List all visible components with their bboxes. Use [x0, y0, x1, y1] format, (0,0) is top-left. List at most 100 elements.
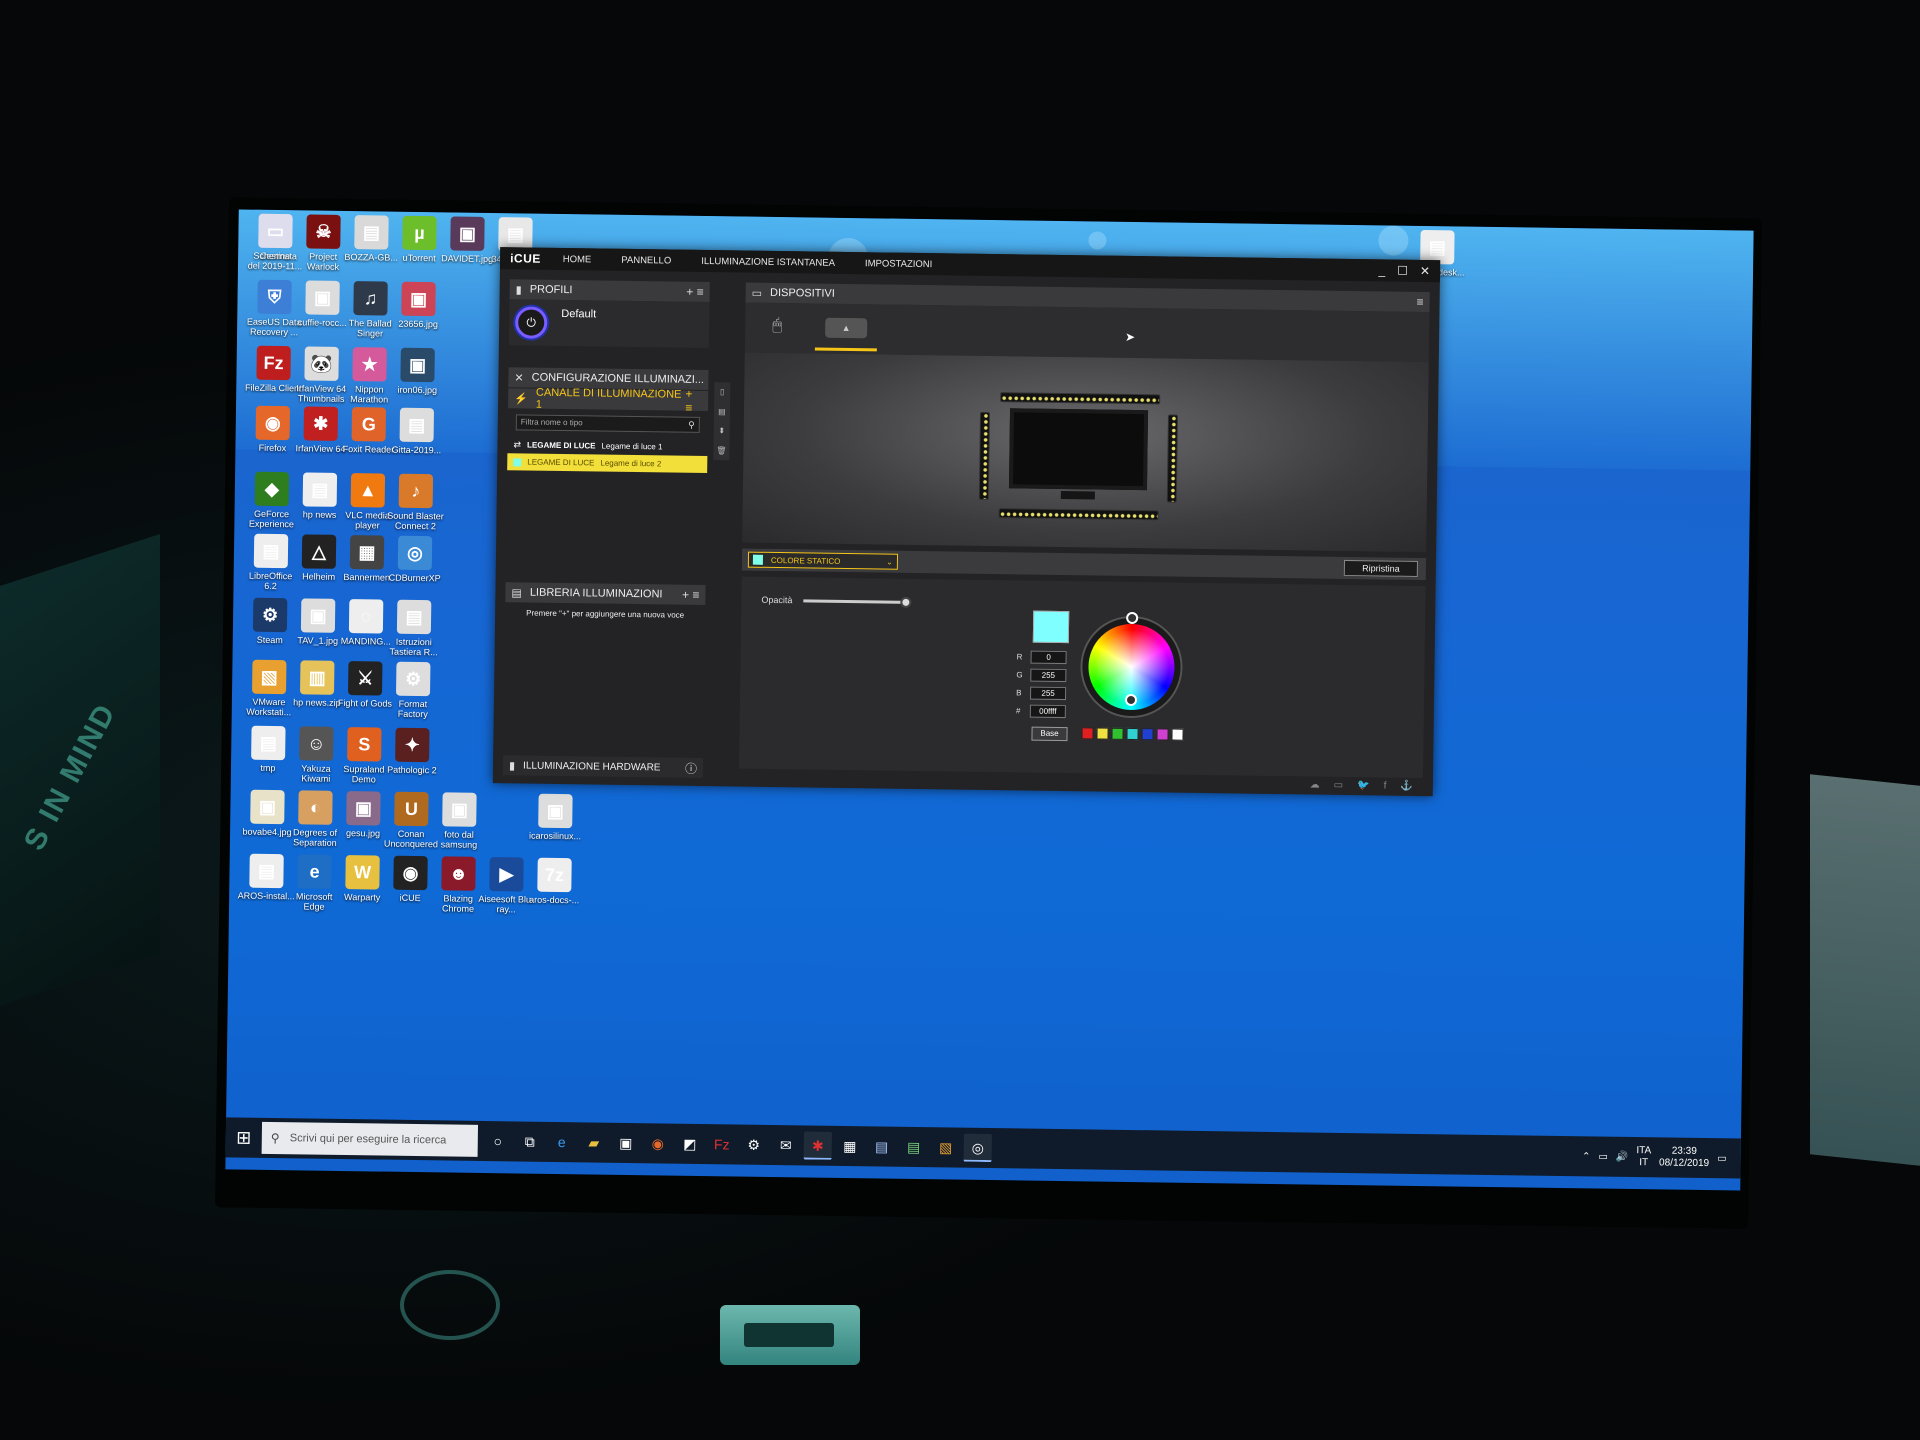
effect-select[interactable]: COLORE STATICO ⌄: [747, 551, 899, 570]
blue-input[interactable]: 255: [1030, 686, 1067, 701]
desktop-icon[interactable]: ▣ 23656.jpg: [389, 281, 448, 342]
document-icon[interactable]: ▤: [868, 1132, 896, 1160]
image-icon: ▣: [305, 280, 340, 315]
nav-instant-lighting[interactable]: ILLUMINAZIONE ISTANTANEA: [701, 255, 835, 268]
reset-button[interactable]: Ripristina: [1343, 559, 1418, 577]
icue-window[interactable]: iCUE HOME PANNELLO ILLUMINAZIONE ISTANTA…: [492, 247, 1441, 797]
color-swatch[interactable]: [1141, 728, 1154, 741]
desktop-icon-label: Pathologic 2: [387, 764, 437, 776]
led-strip-top[interactable]: [1000, 392, 1161, 405]
brightness-knob[interactable]: [1126, 611, 1139, 625]
app-icon[interactable]: ◩: [676, 1130, 704, 1158]
close-icon[interactable]: ✕: [1420, 264, 1430, 278]
date: 08/12/2019: [1659, 1157, 1710, 1170]
filezilla-icon[interactable]: Fz: [708, 1130, 736, 1158]
desktop-icon[interactable]: ▤ Gitta-2019...: [387, 407, 446, 468]
icue-taskbar-icon[interactable]: ◎: [963, 1133, 992, 1163]
desktop-icon[interactable]: ▤ Istruzioni Tastiera R...: [385, 599, 444, 660]
menu-icon[interactable]: ≡: [1416, 295, 1423, 309]
desktop-icon[interactable]: ✦ Pathologic 2: [383, 727, 442, 788]
desktop-icon[interactable]: ⚙ Format Factory: [384, 661, 443, 722]
edge-icon[interactable]: e: [548, 1128, 576, 1156]
slider-knob[interactable]: [900, 596, 912, 608]
profile-item[interactable]: ⏻ Default: [508, 299, 710, 349]
chat-icon[interactable]: ▭: [1334, 780, 1344, 791]
store-icon[interactable]: ▣: [612, 1129, 640, 1157]
mouse-device-icon[interactable]: 🖱: [759, 311, 795, 341]
led-strip-bottom[interactable]: [998, 508, 1159, 521]
task-view-icon[interactable]: ⧉: [516, 1127, 544, 1155]
desktop-icon[interactable]: ◎ CDBurnerXP: [385, 535, 444, 596]
taskbar-search[interactable]: ⚲ Scrivi qui per eseguire la ricerca: [261, 1121, 479, 1157]
hex-label: #: [1015, 706, 1021, 716]
windows-start-icon[interactable]: ⊞: [230, 1123, 258, 1151]
minimize-icon[interactable]: _: [1378, 263, 1385, 277]
add-menu-icon[interactable]: + ≡: [685, 387, 702, 415]
calculator-icon[interactable]: ▦: [836, 1132, 864, 1160]
hue-knob[interactable]: [1124, 693, 1138, 707]
facebook-icon[interactable]: f: [1384, 781, 1387, 792]
effect-name: COLORE STATICO: [770, 555, 841, 566]
volume-icon[interactable]: 🔊: [1616, 1151, 1629, 1162]
icue-profile-icon: ⏻: [515, 306, 548, 339]
info-icon[interactable]: ⓘ: [685, 759, 697, 776]
mail-icon[interactable]: ✉: [772, 1131, 800, 1159]
nav-dashboard[interactable]: PANNELLO: [621, 254, 671, 266]
clock[interactable]: 23:39 08/12/2019: [1659, 1145, 1709, 1170]
lighting-node-device-icon[interactable]: ▲: [825, 317, 868, 339]
hex-input[interactable]: 00ffff: [1029, 704, 1066, 719]
maximize-icon[interactable]: ☐: [1397, 264, 1408, 278]
nav-settings[interactable]: IMPOSTAZIONI: [865, 258, 933, 270]
mouse-glow: [400, 1270, 500, 1340]
cloud-icon[interactable]: ☁: [1310, 779, 1320, 790]
channel-header[interactable]: ⚡ CANALE DI ILLUMINAZIONE 1 + ≡: [508, 387, 709, 415]
green-input[interactable]: 255: [1030, 668, 1067, 683]
color-swatch[interactable]: [1126, 727, 1139, 741]
color-swatch[interactable]: [1111, 727, 1124, 740]
corsair-icon[interactable]: ⚓: [1400, 781, 1413, 792]
photo-scene: S IN MIND ♻Cestino☠Project Warlock▤BOZZA…: [0, 0, 1920, 1440]
irfanview-icon[interactable]: ✱: [803, 1131, 832, 1160]
nav-home[interactable]: HOME: [563, 253, 592, 264]
vmware-icon[interactable]: ▧: [932, 1133, 960, 1161]
opacity-slider[interactable]: [803, 596, 912, 608]
firefox-icon[interactable]: ◉: [644, 1129, 672, 1157]
red-input[interactable]: 0: [1030, 650, 1067, 665]
move-icon[interactable]: ⬍: [718, 426, 725, 435]
color-swatch[interactable]: [1081, 727, 1094, 740]
desktop-icon[interactable]: 7z aros-docs-...: [525, 857, 584, 918]
filter-input[interactable]: Filtra nome o tipo ⚲: [515, 414, 700, 433]
led-strip-right[interactable]: [1166, 414, 1179, 503]
trash-icon[interactable]: 🗑: [716, 446, 726, 455]
device-preview: [742, 352, 1429, 553]
chevron-up-icon[interactable]: ⌃: [1582, 1151, 1591, 1162]
notification-icon[interactable]: ▭: [1717, 1153, 1727, 1164]
color-swatch[interactable]: [1171, 728, 1184, 741]
green-label: G: [1016, 670, 1023, 680]
base-button[interactable]: Base: [1031, 726, 1068, 742]
color-swatch[interactable]: [1096, 727, 1109, 740]
document-icon: ▤: [249, 853, 284, 889]
color-swatch[interactable]: [1156, 728, 1169, 741]
twitter-icon[interactable]: 🐦: [1357, 780, 1370, 791]
add-menu-icon[interactable]: + ≡: [682, 588, 700, 602]
spreadsheet-icon[interactable]: ▤: [900, 1133, 928, 1161]
document-icon: ▤: [354, 215, 389, 250]
desktop-icon[interactable]: ▭ Schermata del 2019-11...: [246, 213, 305, 274]
search-placeholder: Scrivi qui per eseguire la ricerca: [289, 1132, 447, 1147]
game-icon: △: [301, 534, 337, 569]
steam-icon[interactable]: ⚙: [740, 1131, 768, 1159]
language-indicator[interactable]: ITA IT: [1636, 1145, 1651, 1169]
desktop-icon[interactable]: ▣ foto dal samsung: [430, 792, 489, 852]
file-explorer-icon[interactable]: ▰: [580, 1128, 608, 1156]
cortana-icon[interactable]: ○: [484, 1127, 512, 1155]
add-menu-icon[interactable]: + ≡: [686, 285, 704, 299]
led-strip-left[interactable]: [978, 411, 991, 500]
hardware-lighting-header[interactable]: ▮ ILLUMINAZIONE HARDWARE ⓘ: [502, 755, 704, 779]
desktop-icon[interactable]: ▣ icarosilinux...: [526, 793, 585, 854]
network-icon[interactable]: ▭: [1598, 1151, 1608, 1162]
desktop-icon[interactable]: ▣ iron06.jpg: [388, 347, 447, 408]
copy-icon[interactable]: ▯: [720, 387, 725, 396]
desktop-icon[interactable]: ♪ Sound Blaster Connect 2: [386, 473, 445, 534]
paste-icon[interactable]: ▤: [718, 407, 726, 416]
